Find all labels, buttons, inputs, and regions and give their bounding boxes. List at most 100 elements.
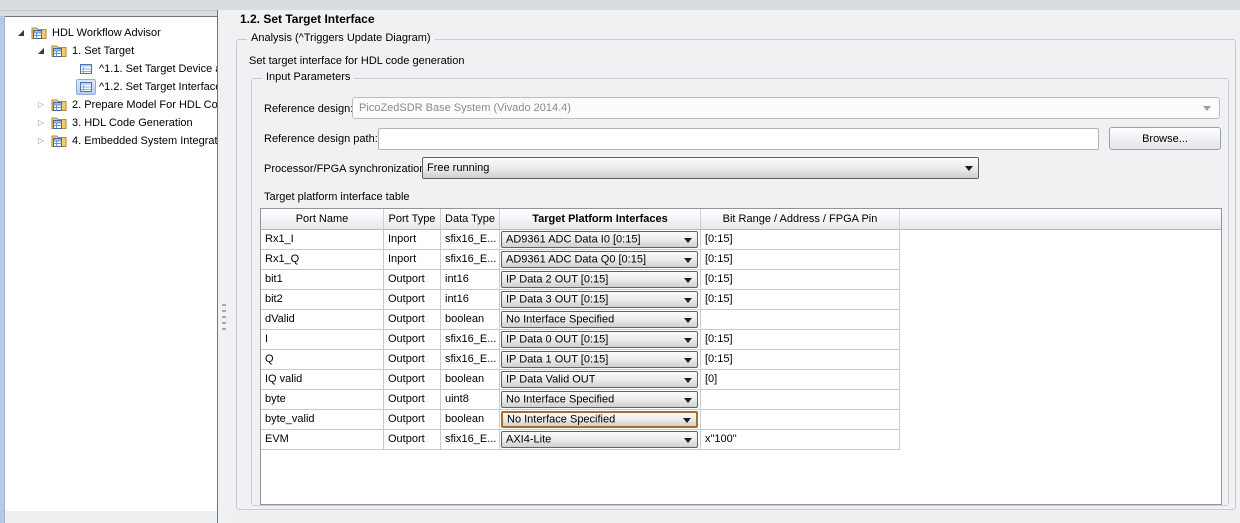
collapse-arrow-icon[interactable]: ▷ (33, 132, 49, 150)
tree-item-label: 2. Prepare Model For HDL Code (72, 99, 217, 111)
interface-select-value: IP Data 2 OUT [0:15] (506, 270, 608, 289)
tree-item[interactable]: ▷ 3. HDL Code Generation (5, 114, 217, 132)
synchronization-value: Free running (427, 162, 489, 174)
interface-select-value: No Interface Specified (506, 310, 614, 329)
chevron-down-icon (684, 238, 692, 243)
bit-range-cell: [0:15] (701, 270, 900, 290)
tree-item[interactable]: ^1.1. Set Target Device an (5, 60, 217, 78)
reference-design-combo[interactable]: PicoZedSDR Base System (Vivado 2014.4) (352, 97, 1220, 119)
table-row[interactable]: Rx1_QInportsfix16_E...AD9361 ADC Data Q0… (261, 250, 1221, 270)
analysis-groupbox-label: Analysis (^Triggers Update Diagram) (247, 32, 435, 44)
column-header-bit-range[interactable]: Bit Range / Address / FPGA Pin (701, 209, 900, 229)
port-type-cell: Outport (384, 410, 441, 430)
hdl-workflow-advisor-window: ◢ HDL Workflow Advisor◢ 1. Set Target ^1… (0, 0, 1240, 523)
synchronization-combo[interactable]: Free running (422, 157, 979, 179)
browse-button[interactable]: Browse... (1109, 127, 1221, 150)
data-type-cell: int16 (441, 290, 500, 310)
port-type-cell: Inport (384, 250, 441, 270)
bit-range-cell: [0:15] (701, 350, 900, 370)
chevron-down-icon (965, 166, 973, 171)
tree-item[interactable]: ◢ 1. Set Target (5, 42, 217, 60)
workflow-tree: ◢ HDL Workflow Advisor◢ 1. Set Target ^1… (5, 16, 217, 511)
bit-range-cell: [0:15] (701, 250, 900, 270)
interface-select[interactable]: IP Data 3 OUT [0:15] (501, 291, 698, 308)
interface-cell: IP Data 3 OUT [0:15] (500, 290, 701, 310)
interface-select-value: AD9361 ADC Data Q0 [0:15] (506, 250, 646, 269)
chevron-down-icon (684, 378, 692, 383)
interface-cell: IP Data 0 OUT [0:15] (500, 330, 701, 350)
interface-cell: AD9361 ADC Data Q0 [0:15] (500, 250, 701, 270)
target-platform-interface-table: Port Name Port Type Data Type Target Pla… (260, 208, 1222, 505)
table-row[interactable]: Rx1_IInportsfix16_E...AD9361 ADC Data I0… (261, 230, 1221, 250)
analysis-groupbox: Analysis (^Triggers Update Diagram) Set … (236, 39, 1236, 510)
column-header-target-platform-interfaces[interactable]: Target Platform Interfaces (500, 209, 701, 229)
reference-design-path-input[interactable] (378, 128, 1099, 150)
interface-select[interactable]: No Interface Specified (501, 391, 698, 408)
port-type-cell: Outport (384, 310, 441, 330)
table-row[interactable]: EVMOutportsfix16_E...AXI4-Litex"100" (261, 430, 1221, 450)
tree-item-label: ^1.1. Set Target Device an (99, 63, 217, 75)
table-row[interactable]: byte_validOutportbooleanNo Interface Spe… (261, 410, 1221, 430)
workflow-icon (49, 97, 69, 113)
task-panel: 1.2. Set Target Interface Analysis (^Tri… (231, 10, 1240, 511)
table-row[interactable]: IQ validOutportbooleanIP Data Valid OUT[… (261, 370, 1221, 390)
column-header-port-name[interactable]: Port Name (261, 209, 384, 229)
port-name-cell: Rx1_Q (261, 250, 384, 270)
interface-select[interactable]: IP Data 0 OUT [0:15] (501, 331, 698, 348)
panel-splitter[interactable] (217, 10, 232, 523)
bit-range-cell (701, 310, 900, 330)
tree-item[interactable]: ◢ HDL Workflow Advisor (5, 24, 217, 42)
interface-select[interactable]: AD9361 ADC Data I0 [0:15] (501, 231, 698, 248)
table-row[interactable]: bit2Outportint16IP Data 3 OUT [0:15][0:1… (261, 290, 1221, 310)
interface-select-value: IP Data Valid OUT (506, 370, 595, 389)
collapse-arrow-icon[interactable]: ▷ (33, 114, 49, 132)
chevron-down-icon (684, 338, 692, 343)
interface-table-caption: Target platform interface table (264, 191, 410, 203)
expand-arrow-icon[interactable]: ◢ (13, 24, 29, 42)
interface-table-body: Rx1_IInportsfix16_E...AD9361 ADC Data I0… (261, 230, 1221, 450)
table-row[interactable]: QOutportsfix16_E...IP Data 1 OUT [0:15][… (261, 350, 1221, 370)
interface-select[interactable]: IP Data 2 OUT [0:15] (501, 271, 698, 288)
table-row[interactable]: IOutportsfix16_E...IP Data 0 OUT [0:15][… (261, 330, 1221, 350)
interface-select[interactable]: AD9361 ADC Data Q0 [0:15] (501, 251, 698, 268)
task-icon (76, 61, 96, 77)
table-row[interactable]: bit1Outportint16IP Data 2 OUT [0:15][0:1… (261, 270, 1221, 290)
data-type-cell: int16 (441, 270, 500, 290)
tree-item[interactable]: ▷ 2. Prepare Model For HDL Code (5, 96, 217, 114)
bit-range-cell: [0:15] (701, 290, 900, 310)
table-row[interactable]: dValidOutportbooleanNo Interface Specifi… (261, 310, 1221, 330)
data-type-cell: boolean (441, 410, 500, 430)
interface-select[interactable]: No Interface Specified (501, 311, 698, 328)
port-type-cell: Outport (384, 370, 441, 390)
data-type-cell: sfix16_E... (441, 350, 500, 370)
reference-design-label: Reference design: (264, 103, 353, 115)
column-header-port-type[interactable]: Port Type (384, 209, 441, 229)
workflow-icon (49, 115, 69, 131)
table-row[interactable]: byteOutportuint8No Interface Specified (261, 390, 1221, 410)
expand-arrow-icon[interactable]: ◢ (33, 42, 49, 60)
interface-cell: No Interface Specified (500, 410, 701, 430)
port-name-cell: dValid (261, 310, 384, 330)
bit-range-cell: [0:15] (701, 330, 900, 350)
tree-item[interactable]: ▷ 4. Embedded System Integration (5, 132, 217, 150)
port-name-cell: byte (261, 390, 384, 410)
interface-select[interactable]: IP Data 1 OUT [0:15] (501, 351, 698, 368)
interface-cell: AXI4-Lite (500, 430, 701, 450)
collapse-arrow-icon[interactable]: ▷ (33, 96, 49, 114)
interface-select[interactable]: No Interface Specified (501, 411, 698, 428)
port-type-cell: Outport (384, 350, 441, 370)
column-header-data-type[interactable]: Data Type (441, 209, 500, 229)
port-name-cell: bit1 (261, 270, 384, 290)
tree-item-label: ^1.2. Set Target Interface (99, 81, 217, 93)
data-type-cell: sfix16_E... (441, 230, 500, 250)
port-name-cell: IQ valid (261, 370, 384, 390)
interface-select[interactable]: IP Data Valid OUT (501, 371, 698, 388)
chevron-down-icon (684, 278, 692, 283)
tree-item[interactable]: ^1.2. Set Target Interface (5, 78, 217, 96)
bit-range-cell (701, 410, 900, 430)
interface-select[interactable]: AXI4-Lite (501, 431, 698, 448)
workflow-icon (49, 133, 69, 149)
chevron-down-icon (684, 438, 692, 443)
data-type-cell: sfix16_E... (441, 330, 500, 350)
port-name-cell: Q (261, 350, 384, 370)
